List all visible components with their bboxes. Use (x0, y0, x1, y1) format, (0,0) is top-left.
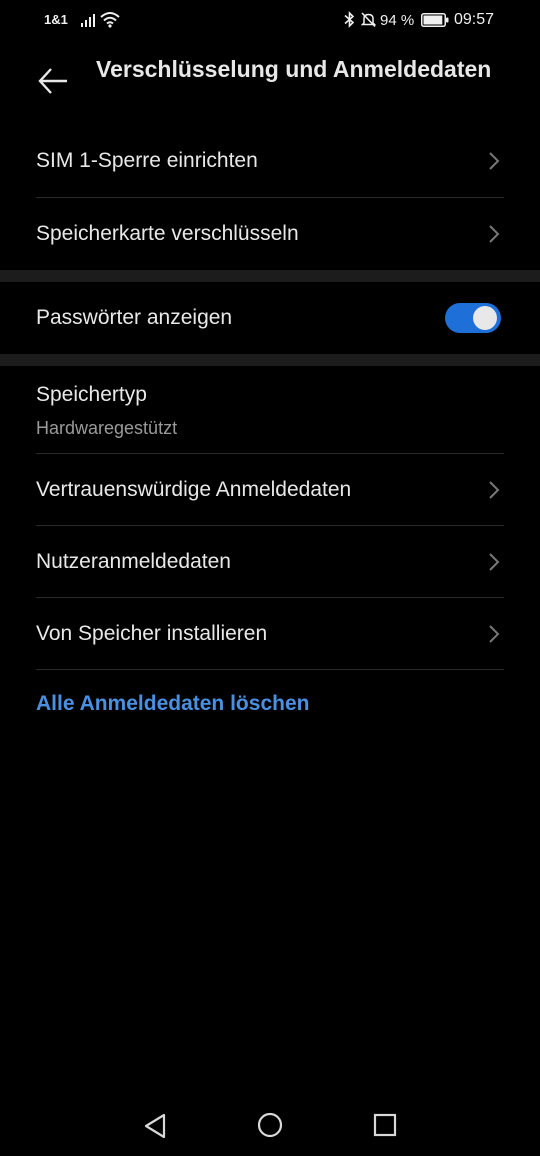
trusted-credentials-item[interactable]: Vertrauenswürdige Anmeldedaten (36, 454, 504, 526)
chevron-right-icon (489, 553, 500, 571)
chevron-right-icon (489, 625, 500, 643)
bell-off-icon (360, 12, 377, 28)
sim-lock-item[interactable]: SIM 1-Sperre einrichten (36, 126, 504, 198)
user-credentials-item[interactable]: Nutzeranmeldedaten (36, 526, 504, 598)
sim-lock-label: SIM 1-Sperre einrichten (36, 149, 258, 172)
show-passwords-label: Passwörter anzeigen (36, 306, 233, 329)
bluetooth-icon (344, 11, 355, 28)
battery-percent: 94 % (380, 12, 415, 29)
nav-home-icon[interactable] (257, 1112, 283, 1138)
storage-type-value: Hardwaregestützt (36, 418, 178, 438)
show-passwords-toggle[interactable] (445, 303, 501, 333)
status-bar: 1&1 94 % 09:57 (0, 0, 540, 40)
storage-type-item: Speichertyp Hardwaregestützt (36, 366, 504, 454)
install-from-storage-label: Von Speicher installieren (36, 622, 268, 645)
user-credentials-label: Nutzeranmeldedaten (36, 550, 231, 573)
carrier-label: 1&1 (44, 12, 68, 27)
divider (36, 669, 504, 670)
clock: 09:57 (454, 11, 495, 28)
arrow-left-icon[interactable] (36, 64, 70, 98)
sd-encrypt-item[interactable]: Speicherkarte verschlüsseln (36, 198, 504, 270)
install-from-storage-item[interactable]: Von Speicher installieren (36, 598, 504, 670)
page-title: Verschlüsselung und Anmeldedaten (96, 56, 492, 82)
signal-icon (81, 14, 95, 27)
section-separator (0, 270, 540, 282)
nav-back-icon[interactable] (142, 1112, 168, 1140)
chevron-right-icon (489, 225, 500, 243)
nav-recent-apps-icon[interactable] (373, 1113, 397, 1137)
wifi-icon (100, 12, 120, 28)
sd-encrypt-label: Speicherkarte verschlüsseln (36, 222, 299, 245)
chevron-right-icon (489, 152, 500, 170)
battery-icon (421, 13, 449, 27)
chevron-right-icon (489, 481, 500, 499)
clear-credentials-button[interactable]: Alle Anmeldedaten löschen (36, 692, 309, 716)
section-separator (0, 354, 540, 366)
show-passwords-item[interactable]: Passwörter anzeigen (36, 282, 504, 354)
toggle-knob (473, 306, 497, 330)
storage-type-label: Speichertyp (36, 383, 147, 406)
trusted-credentials-label: Vertrauenswürdige Anmeldedaten (36, 478, 352, 501)
